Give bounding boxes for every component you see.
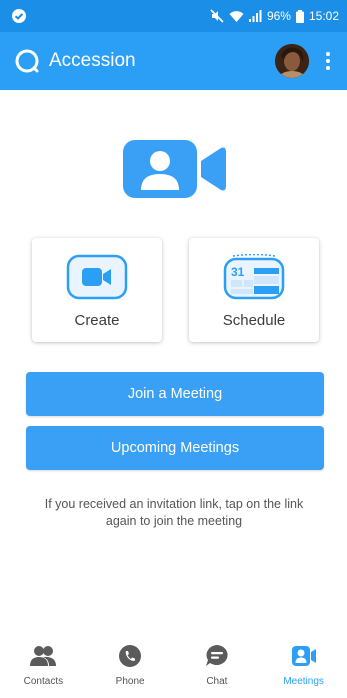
avatar[interactable]: [275, 44, 309, 78]
nav-meetings[interactable]: Meetings: [260, 624, 347, 698]
battery-percent: 96%: [266, 9, 291, 23]
create-label: Create: [74, 312, 120, 329]
check-circle-icon: [12, 9, 26, 23]
bottom-nav: Contacts Phone Chat Meetings: [0, 624, 347, 698]
app-bar: Accession: [0, 32, 347, 90]
status-indicators: 96% 15:02: [210, 9, 339, 23]
join-meeting-button[interactable]: Join a Meeting: [26, 372, 324, 416]
calendar-day: 31: [231, 265, 245, 279]
more-options-button[interactable]: [323, 49, 333, 73]
status-bar: 96% 15:02: [0, 0, 347, 32]
wifi-icon: [229, 10, 244, 22]
more-vert-icon: [326, 52, 330, 56]
mute-icon: [210, 9, 224, 23]
nav-label: Chat: [206, 675, 228, 687]
chat-icon: [205, 644, 228, 666]
contacts-icon: [30, 645, 57, 666]
nav-label: Phone: [115, 675, 145, 687]
nav-chat[interactable]: Chat: [174, 624, 261, 698]
nav-contacts[interactable]: Contacts: [0, 624, 87, 698]
status-time: 15:02: [308, 9, 339, 23]
invitation-hint: If you received an invitation link, tap …: [44, 497, 304, 528]
nav-phone[interactable]: Phone: [87, 624, 174, 698]
schedule-meeting-tile[interactable]: 31 Schedule: [189, 238, 319, 342]
app-title: Accession: [49, 50, 136, 71]
accession-logo-icon: [15, 49, 39, 73]
upcoming-meetings-button[interactable]: Upcoming Meetings: [26, 426, 324, 470]
nav-label: Meetings: [283, 675, 324, 687]
calendar-icon: 31: [223, 254, 285, 300]
video-camera-user-icon: [123, 140, 226, 198]
signal-icon: [248, 10, 262, 22]
meetings-icon: [291, 645, 316, 666]
user-photo-icon: [275, 44, 309, 78]
phone-icon: [119, 644, 142, 667]
nav-label: Contacts: [23, 675, 64, 687]
schedule-label: Schedule: [222, 312, 286, 329]
battery-icon: [295, 9, 304, 23]
video-camera-icon: [66, 254, 128, 300]
create-meeting-tile[interactable]: Create: [32, 238, 162, 342]
